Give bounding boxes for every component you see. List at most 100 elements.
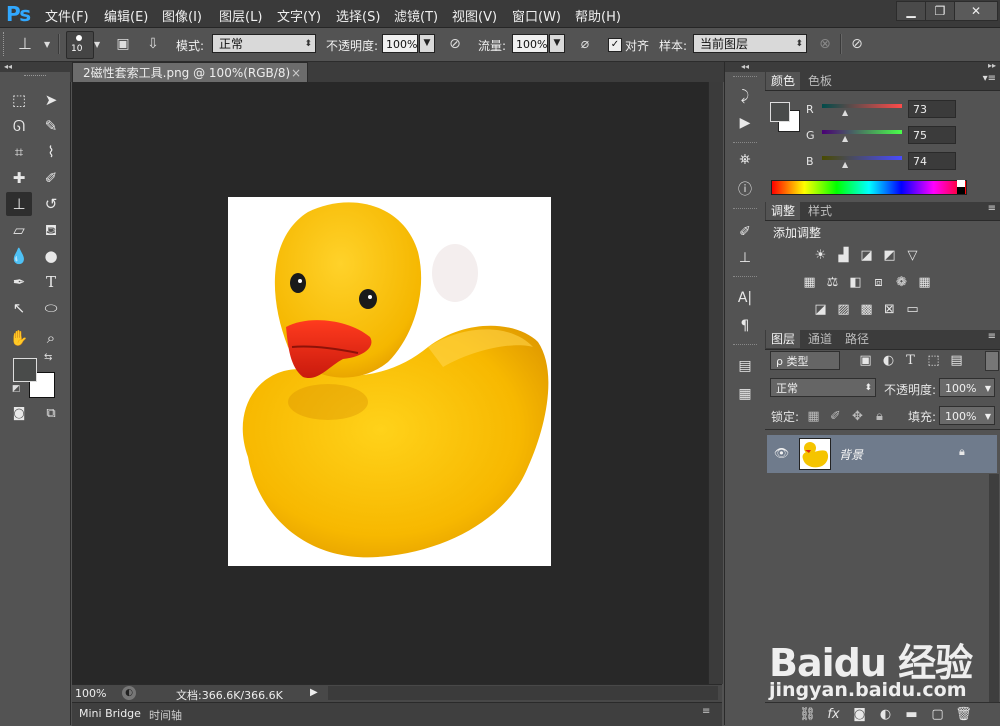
layer-mask-icon[interactable]: ◙ — [851, 707, 868, 722]
default-colors-icon[interactable]: ◩ — [12, 384, 21, 394]
align-checkbox[interactable]: ✓ — [608, 38, 622, 52]
restore-button[interactable]: ❐ — [925, 1, 955, 21]
hand-tool-icon[interactable]: ✋ — [6, 326, 32, 350]
move-tool-icon[interactable]: ➤ — [38, 88, 64, 112]
red-slider-thumb[interactable]: ▲ — [842, 108, 848, 117]
type-tool-icon[interactable]: T — [38, 270, 64, 294]
blur-tool-icon[interactable]: 💧 — [6, 244, 32, 268]
selective-color-icon[interactable]: ⊠ — [881, 302, 898, 317]
flow-dropdown-button[interactable]: ▼ — [549, 34, 565, 53]
notes-panel-icon[interactable]: ▦ — [733, 384, 757, 404]
eraser-tool-icon[interactable]: ▱ — [6, 218, 32, 242]
brush-preset-picker[interactable]: 10 — [66, 31, 94, 59]
quick-mask-icon[interactable]: ◙ — [6, 402, 32, 426]
dock-expand[interactable]: ◂◂ — [725, 62, 765, 72]
eyedropper-tool-icon[interactable]: ⌇ — [38, 140, 64, 164]
clone-source-panel-icon[interactable]: ⊥ — [733, 248, 757, 268]
layer-row-background[interactable]: 👁︎ 背景 🔒︎ — [767, 435, 997, 473]
pressure-size-icon[interactable]: ⊘ — [848, 35, 866, 53]
hue-saturation-icon[interactable]: ▦ — [801, 275, 818, 290]
document-canvas-image[interactable] — [228, 197, 551, 566]
lock-image-pixels-icon[interactable]: ✐ — [827, 409, 844, 424]
ignore-adjustment-layers-icon[interactable]: ⊗ — [816, 35, 834, 53]
clone-source-icon[interactable]: ⇩ — [144, 35, 162, 53]
swap-colors-icon[interactable]: ⇆ — [44, 352, 52, 363]
link-layers-icon[interactable]: ⛓ — [799, 707, 816, 722]
tab-adjustments[interactable]: 调整 — [766, 202, 801, 220]
panel-menu-icon[interactable]: ▾≡ — [983, 73, 996, 84]
brush-panel-icon[interactable]: ✐ — [733, 222, 757, 242]
menu-window[interactable]: 窗口(W) — [512, 6, 561, 25]
clone-stamp-preset-icon[interactable]: ⊥ — [16, 35, 34, 53]
status-menu-arrow-icon[interactable]: ▶ — [310, 686, 324, 700]
brightness-contrast-icon[interactable]: ☀ — [812, 248, 829, 263]
green-slider-thumb[interactable]: ▲ — [842, 134, 848, 143]
new-layer-icon[interactable]: ▢ — [929, 707, 946, 722]
blue-value-input[interactable]: 74 — [908, 152, 956, 170]
chevron-down-icon[interactable]: ▼ — [44, 40, 50, 49]
filter-type-icon[interactable]: T — [902, 353, 919, 368]
paragraph-panel-icon[interactable]: ¶ — [733, 316, 757, 336]
ellipse-tool-icon[interactable]: ⬭ — [38, 296, 64, 320]
brush-tool-icon[interactable]: ✐ — [38, 166, 64, 190]
visibility-eye-icon[interactable]: 👁︎ — [774, 446, 789, 460]
tab-mini-bridge[interactable]: Mini Bridge — [79, 707, 141, 720]
filter-smart-object-icon[interactable]: ▤ — [948, 353, 965, 368]
black-white-icon[interactable]: ◧ — [847, 275, 864, 290]
chevron-down-icon[interactable]: ▼ — [94, 40, 100, 49]
lasso-tool-icon[interactable]: ᘏ — [6, 114, 32, 138]
menu-file[interactable]: 文件(F) — [45, 6, 89, 25]
pen-tool-icon[interactable]: ✒ — [6, 270, 32, 294]
document-tab[interactable]: 2磁性套索工具.png @ 100%(RGB/8) × — [72, 62, 308, 82]
lock-all-icon[interactable]: 🔒︎ — [871, 409, 888, 424]
menu-edit[interactable]: 编辑(E) — [104, 6, 148, 25]
blend-mode-dropdown[interactable]: 正常 ⬍ — [770, 378, 876, 397]
red-value-input[interactable]: 73 — [908, 100, 956, 118]
opacity-dropdown-button[interactable]: ▼ — [419, 34, 435, 53]
black-swatch[interactable] — [957, 187, 965, 194]
sample-dropdown[interactable]: 当前图层 ⬍ — [693, 34, 807, 53]
path-selection-tool-icon[interactable]: ↖ — [6, 296, 32, 320]
layer-comps-panel-icon[interactable]: ▤ — [733, 356, 757, 376]
lock-position-icon[interactable]: ✥ — [849, 409, 866, 424]
lock-transparent-pixels-icon[interactable]: ▦ — [805, 409, 822, 424]
layers-scrollbar[interactable] — [989, 474, 999, 702]
character-panel-icon[interactable]: A| — [733, 288, 757, 308]
gradient-map-icon[interactable]: ▭ — [904, 302, 921, 317]
actions-panel-icon[interactable]: ▶ — [733, 113, 757, 133]
pressure-opacity-icon[interactable]: ⊘ — [446, 35, 464, 53]
filter-shape-icon[interactable]: ⬚ — [925, 353, 942, 368]
info-panel-icon[interactable]: ⓘ — [733, 180, 757, 200]
layer-filter-kind-dropdown[interactable]: ρ 类型 — [770, 351, 840, 370]
horizontal-scrollbar[interactable] — [328, 686, 718, 700]
menu-type[interactable]: 文字(Y) — [277, 6, 321, 25]
menu-image[interactable]: 图像(I) — [162, 6, 202, 25]
panel-menu-icon[interactable]: ≡ — [702, 706, 710, 717]
brush-panel-icon[interactable]: ▣ — [114, 35, 132, 53]
layer-name[interactable]: 背景 — [839, 446, 863, 463]
menu-view[interactable]: 视图(V) — [452, 6, 497, 25]
opacity-input[interactable]: 100% — [382, 34, 418, 53]
invert-icon[interactable]: ◪ — [812, 302, 829, 317]
panel-menu-icon[interactable]: ≡ — [988, 203, 996, 214]
close-icon[interactable]: × — [291, 63, 301, 83]
quick-select-tool-icon[interactable]: ✎ — [38, 114, 64, 138]
fill-input[interactable]: 100% ▼ — [939, 406, 995, 425]
photo-filter-icon[interactable]: ⧈ — [870, 275, 887, 290]
tab-swatches[interactable]: 色板 — [803, 72, 837, 90]
levels-icon[interactable]: ▟ — [835, 248, 852, 263]
healing-brush-tool-icon[interactable]: ✚ — [6, 166, 32, 190]
layer-opacity-input[interactable]: 100% ▼ — [939, 378, 995, 397]
layer-style-icon[interactable]: fx — [825, 707, 842, 722]
vibrance-icon[interactable]: ▽ — [904, 248, 921, 263]
blue-slider-thumb[interactable]: ▲ — [842, 160, 848, 169]
collapse-panels-icon[interactable]: ▸▸ — [988, 61, 996, 70]
foreground-color-swatch[interactable] — [13, 358, 37, 382]
filter-adjustment-icon[interactable]: ◐ — [880, 353, 897, 368]
green-slider[interactable] — [822, 130, 902, 134]
filter-toggle-switch[interactable] — [985, 351, 999, 371]
green-value-input[interactable]: 75 — [908, 126, 956, 144]
new-group-icon[interactable]: ▬ — [903, 707, 920, 722]
menu-help[interactable]: 帮助(H) — [575, 6, 621, 25]
posterize-icon[interactable]: ▨ — [835, 302, 852, 317]
